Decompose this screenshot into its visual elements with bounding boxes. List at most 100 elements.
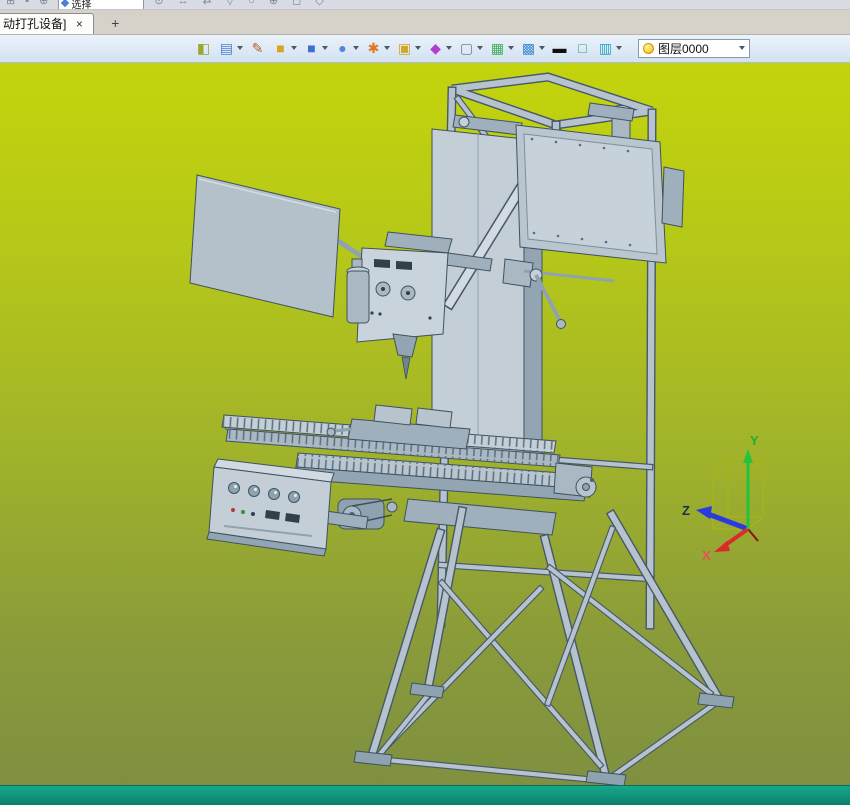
leg-back-right (607, 510, 723, 702)
blue-sphere-icon-button[interactable]: ● (332, 39, 361, 58)
dropdown-caret-icon[interactable] (539, 46, 545, 51)
color-grid-icon-button[interactable]: ▩ (518, 39, 547, 58)
blue-cube-icon-button[interactable]: ■ (301, 39, 330, 58)
yellow-box-icon-button[interactable]: ▣ (394, 39, 423, 58)
application-window: ⊞ ▪ ⊕ 选择 ⊙ ↔ ⇄ ▽ ○ ⊕ ◻ ◇ 动打孔设备] × + ◧ ▤ ✎ ■ ■ ● ✱ ▣ ◆ ▢ ▦ ▩ ▬… (0, 0, 850, 805)
teal-frame-icon-button[interactable]: □ (572, 39, 593, 58)
exit-door-icon-button[interactable]: ◧ (193, 39, 214, 58)
gauge-center (406, 290, 410, 295)
dropdown-caret-icon[interactable] (616, 46, 622, 51)
black-line-icon-button[interactable]: ▬ (549, 39, 570, 58)
indicator-red (231, 507, 235, 512)
selection-filter-combo[interactable]: 选择 (58, 0, 145, 10)
orange-wheel-icon: ✱ (367, 39, 380, 56)
circle-icon[interactable]: ○ (248, 0, 255, 8)
toolbar-icons: ◧ ▤ ✎ ■ ■ ● ✱ ▣ ◆ ▢ ▦ ▩ ▬ □ ▥ (193, 39, 624, 58)
pulley-small (386, 501, 398, 513)
blue-cube-icon: ■ (307, 39, 316, 56)
new-tab-button[interactable]: + (106, 15, 124, 32)
down-icon[interactable]: ▽ (226, 0, 234, 8)
document-tab-bar: 动打孔设备] × + (0, 9, 850, 35)
pan-icon[interactable]: ↔ (178, 0, 189, 8)
swap-icon[interactable]: ⇄ (203, 0, 212, 8)
dropdown-caret-icon[interactable] (237, 46, 243, 51)
dropdown-caret-icon[interactable] (322, 46, 328, 51)
mid-beam-lower (438, 562, 653, 582)
panel-inner-frame (523, 133, 658, 255)
orbit-icon[interactable]: ⊙ (154, 0, 163, 8)
blue-sphere-icon: ● (338, 39, 347, 56)
yellow-box-icon: ▣ (397, 39, 412, 56)
dropdown-caret-icon[interactable] (415, 46, 421, 51)
machine-model[interactable] (189, 72, 735, 786)
layer-combo[interactable]: 图层0000 (638, 38, 750, 58)
left-panel[interactable] (189, 174, 368, 318)
model-canvas[interactable]: Y Z X (0, 63, 850, 786)
teal-frame-icon: □ (578, 39, 587, 56)
render-palette-icon-button[interactable]: ▤ (216, 39, 245, 58)
foot-pad (697, 692, 735, 709)
color-grid-icon: ▩ (521, 39, 536, 56)
indicator-dark (251, 511, 255, 516)
status-bar (0, 785, 850, 805)
dropdown-caret-icon[interactable] (291, 46, 297, 51)
document-tab-title: 动打孔设备] (3, 17, 67, 32)
selection-filter-label: 选择 (71, 0, 92, 10)
grid-icon[interactable]: ⊞ (6, 0, 15, 8)
dropdown-caret-icon[interactable] (446, 46, 452, 51)
vise-screw (333, 427, 353, 433)
orange-wheel-icon-button[interactable]: ✱ (363, 39, 392, 58)
minor-axis-arrow (747, 528, 759, 542)
document-tab[interactable]: 动打孔设备] × (0, 12, 95, 34)
handwheel-crank (590, 477, 594, 482)
panel-face (189, 174, 341, 318)
gold-cube-icon: ■ (276, 39, 285, 56)
white-board-icon: ▢ (459, 39, 474, 56)
top-toolbar: ⊞ ▪ ⊕ 选择 ⊙ ↔ ⇄ ▽ ○ ⊕ ◻ ◇ (0, 0, 850, 10)
target-icon[interactable]: ⊕ (269, 0, 278, 8)
drill-chuck (392, 333, 418, 358)
bulb-icon (643, 42, 654, 54)
screw (378, 312, 382, 316)
screw (370, 311, 374, 315)
green-table-icon: ▦ (490, 39, 505, 56)
top-toolbar-left-icons: ⊞ ▪ ⊕ (6, 0, 48, 8)
cyan-layers-icon-button[interactable]: ▥ (595, 39, 624, 58)
table-support-plate[interactable] (403, 498, 557, 536)
display-window (396, 260, 412, 270)
pulley (458, 116, 470, 128)
purple-diamond-icon-button[interactable]: ◆ (425, 39, 454, 58)
z-axis-arrowhead (696, 505, 712, 519)
viewport-3d[interactable]: Y Z X (0, 62, 850, 786)
diamond-icon[interactable]: ◇ (315, 0, 323, 8)
dropdown-caret-icon[interactable] (508, 46, 514, 51)
pin-icon[interactable]: ▪ (25, 0, 29, 8)
main-toolbar: ◧ ▤ ✎ ■ ■ ● ✱ ▣ ◆ ▢ ▦ ▩ ▬ □ ▥ 图层0000 (0, 34, 850, 63)
pen-icon-button[interactable]: ✎ (247, 39, 268, 58)
y-axis-arrowhead (743, 448, 753, 463)
exit-door-icon: ◧ (196, 39, 211, 56)
gold-cube-icon-button[interactable]: ■ (270, 39, 299, 58)
tab-close-button[interactable]: × (73, 17, 85, 31)
vise-jaw (415, 407, 453, 429)
dropdown-caret-icon[interactable] (384, 46, 390, 51)
frame-icon[interactable]: ◻ (292, 0, 301, 8)
layer-combo-value: 图层0000 (658, 41, 709, 56)
crank-knob (556, 318, 566, 329)
axis-x-label: X (702, 548, 711, 563)
right-panel[interactable] (515, 102, 685, 264)
display-window (374, 258, 390, 268)
orientation-triad[interactable]: Y Z X (682, 433, 764, 563)
green-table-icon-button[interactable]: ▦ (487, 39, 516, 58)
gauge-center (381, 286, 385, 291)
pen-icon: ✎ (251, 39, 264, 56)
layer-combo-caret-icon[interactable] (739, 46, 745, 51)
screw (428, 316, 432, 320)
dropdown-caret-icon[interactable] (353, 46, 359, 51)
dropdown-caret-icon[interactable] (477, 46, 483, 51)
stand-base[interactable] (353, 505, 735, 786)
bottom-beam-right (603, 699, 719, 784)
panel-side-tab (661, 166, 685, 228)
white-board-icon-button[interactable]: ▢ (456, 39, 485, 58)
add-icon[interactable]: ⊕ (39, 0, 48, 8)
